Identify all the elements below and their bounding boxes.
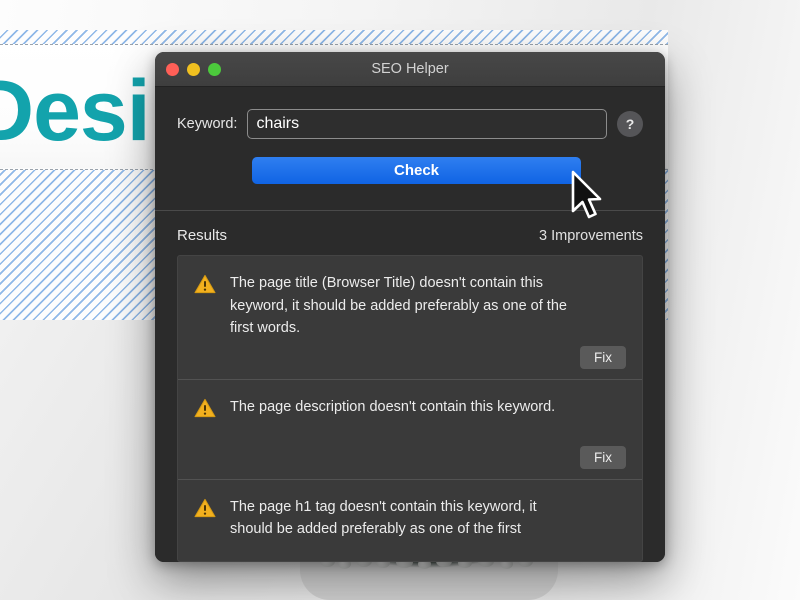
list-item[interactable]: The page description doesn't contain thi… [178, 380, 642, 480]
item-body: The page h1 tag doesn't contain this key… [230, 496, 626, 561]
check-button[interactable]: Check [252, 157, 581, 184]
fix-row: Fix [230, 340, 626, 369]
results-title: Results [177, 227, 228, 244]
item-body: The page title (Browser Title) doesn't c… [230, 272, 626, 369]
window-title: SEO Helper [371, 61, 449, 77]
result-text: The page description doesn't contain thi… [230, 398, 556, 415]
list-item[interactable]: The page h1 tag doesn't contain this key… [178, 480, 642, 561]
results-list[interactable]: The page title (Browser Title) doesn't c… [177, 255, 643, 562]
warning-icon [194, 274, 216, 294]
results-section: Results 3 Improvements The page title (B… [155, 211, 665, 562]
site-hero-text: Desi [0, 63, 151, 159]
screen: Desi SEO Helper Keyword: chairs ? Check … [0, 0, 800, 600]
warning-icon [194, 498, 216, 518]
list-item[interactable]: The page title (Browser Title) doesn't c… [178, 256, 642, 380]
result-text: The page title (Browser Title) doesn't c… [230, 275, 567, 337]
keyword-input[interactable] [247, 109, 607, 139]
fix-button[interactable]: Fix [580, 445, 626, 469]
fix-row: Fix [230, 440, 626, 469]
window-titlebar[interactable]: SEO Helper [155, 52, 665, 87]
help-icon[interactable]: ? [617, 111, 643, 137]
section-divider-top [0, 44, 668, 45]
keyword-field-row: Keyword: ? [177, 109, 643, 139]
close-button[interactable] [166, 62, 179, 76]
seo-helper-window: SEO Helper Keyword: ? Check Results 3 Im… [155, 52, 665, 562]
striped-band-top [0, 30, 668, 44]
fix-button[interactable]: Fix [580, 345, 626, 369]
results-header: Results 3 Improvements [177, 227, 643, 255]
zoom-button[interactable] [208, 62, 221, 76]
result-text: The page h1 tag doesn't contain this key… [230, 498, 537, 538]
item-body: The page description doesn't contain thi… [230, 396, 626, 469]
window-controls [155, 62, 221, 76]
keyword-form-section: Keyword: ? Check [155, 87, 665, 211]
improvements-count: 3 Improvements [539, 228, 643, 244]
warning-icon [194, 398, 216, 418]
minimize-button[interactable] [187, 62, 200, 76]
keyword-label: Keyword: [177, 116, 238, 132]
